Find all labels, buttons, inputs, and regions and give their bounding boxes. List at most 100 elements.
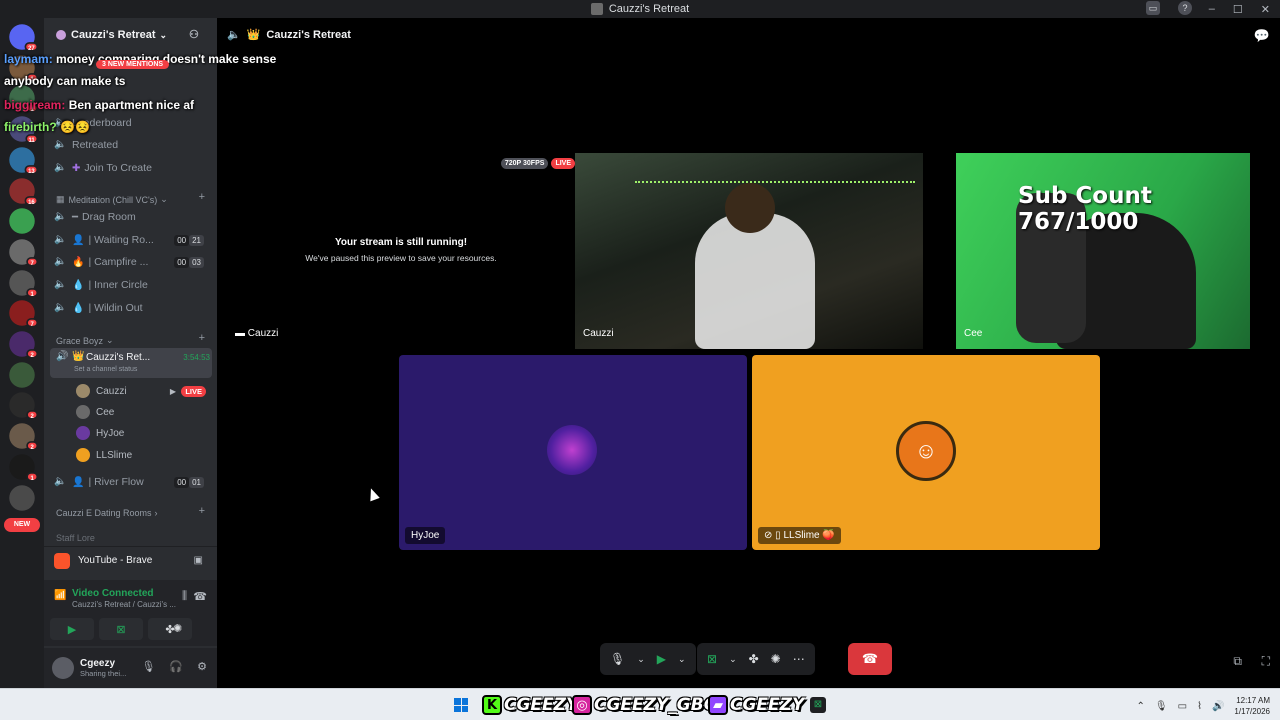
voice-connected-title[interactable]: Video Connected: [72, 588, 154, 599]
user-count: 00 21: [174, 234, 204, 246]
category-grace-boyz[interactable]: Grace Boyz ⌄: [56, 335, 114, 346]
volume-icon[interactable]: 🔊: [1212, 701, 1224, 712]
server-icon[interactable]: 16: [9, 177, 39, 205]
chat-icon[interactable]: 💬: [1254, 28, 1270, 44]
channel-status[interactable]: Set a channel status: [74, 366, 137, 373]
fullscreen-icon[interactable]: ⛶: [1262, 654, 1270, 669]
disconnect-button[interactable]: ☎: [848, 643, 892, 675]
screenshare-button[interactable]: ⊠: [99, 618, 143, 640]
category-staff[interactable]: Staff Lore: [56, 533, 95, 543]
new-servers-pill[interactable]: NEW: [4, 518, 40, 532]
llslime-tile-label: ⊘ ▯ LLSlime 🍑: [758, 527, 841, 544]
server-icon[interactable]: 27: [9, 24, 39, 52]
activity-app-name: YouTube - Brave: [78, 555, 153, 566]
server-header[interactable]: Cauzzi's Retreat ⌄ ⚇: [44, 18, 217, 52]
popout-icon[interactable]: ▣: [194, 555, 203, 566]
headphones-icon[interactable]: 🎧: [169, 660, 183, 673]
chevron-up-icon[interactable]: ⌃: [1137, 701, 1145, 712]
server-icon[interactable]: 1: [9, 269, 39, 298]
hyjoe-tile[interactable]: HyJoe: [399, 355, 747, 550]
server-icon[interactable]: 2: [9, 331, 39, 359]
water-icon: 💧: [72, 279, 85, 291]
microphone-icon[interactable]: 🎙: [1155, 701, 1168, 712]
help-icon[interactable]: ?: [1178, 1, 1192, 15]
activities-icon[interactable]: ✤: [749, 652, 759, 666]
avatar[interactable]: [52, 657, 74, 679]
server-icon[interactable]: [9, 484, 35, 511]
server-icon[interactable]: 13: [9, 147, 39, 175]
channel-wildin-out[interactable]: 🔈 💧 | Wildin Out: [54, 299, 143, 317]
channel-river-flow[interactable]: 🔈 👤 | River Flow 00 01: [54, 473, 204, 491]
clock[interactable]: 12:17 AM 1/17/2026: [1234, 695, 1270, 717]
voice-user[interactable]: LLSlime: [76, 446, 206, 464]
app-taskbar-icon[interactable]: ⊠: [810, 697, 826, 713]
add-channel-button[interactable]: +: [199, 332, 205, 344]
voice-connected-sub[interactable]: Cauzzi's Retreat / Cauzzi's ...: [72, 600, 176, 609]
disconnect-icon[interactable]: ☎: [193, 590, 207, 603]
instagram-handle: ◎ CGEEZY_GBC: [572, 694, 716, 716]
voice-user[interactable]: Cee: [76, 403, 206, 421]
voice-user[interactable]: HyJoe: [76, 424, 206, 442]
server-icon[interactable]: [9, 208, 35, 234]
inbox-icon[interactable]: ▭: [1146, 1, 1160, 15]
channel-join-to-create[interactable]: 🔈 ✚ Join To Create: [54, 159, 152, 177]
new-mentions-pill[interactable]: 3 NEW MENTIONS: [96, 60, 170, 69]
minimize-button[interactable]: –: [1209, 3, 1215, 15]
cauzzi-video-tile[interactable]: Cauzzi: [575, 153, 923, 349]
category-dating-rooms[interactable]: Cauzzi E Dating Rooms ›: [56, 508, 158, 518]
self-stream-tile[interactable]: Your stream is still running! We've paus…: [227, 153, 575, 349]
server-icon[interactable]: [9, 361, 35, 388]
voice-user-name: Cee: [96, 406, 115, 418]
channel-waiting-room[interactable]: 🔈 👤 | Waiting Ro... 00 21: [54, 231, 204, 249]
windows-start-icon[interactable]: [454, 698, 468, 712]
twitch-icon: ▰: [708, 695, 728, 715]
close-button[interactable]: ✕: [1261, 3, 1270, 16]
channel-retreated[interactable]: 🔈 Retreated: [54, 136, 118, 154]
server-icon[interactable]: 7: [9, 239, 39, 267]
chevron-down-icon[interactable]: ⌄: [637, 654, 645, 665]
channel-drag-room[interactable]: 🔈 ━ Drag Room: [54, 208, 136, 226]
gear-icon[interactable]: ⚙: [197, 660, 207, 673]
voice-user[interactable]: Cauzzi ▶ LIVE: [76, 382, 206, 400]
display-icon[interactable]: ▭: [1178, 701, 1187, 712]
invite-icon[interactable]: ⚇: [189, 28, 203, 42]
unread-badge: 2: [26, 441, 39, 451]
window-title: Cauzzi's Retreat: [608, 3, 690, 15]
activity-panel[interactable]: YouTube - Brave ▣: [44, 546, 217, 574]
llslime-tile[interactable]: ☺ ⊘ ▯ LLSlime 🍑: [752, 355, 1100, 550]
chat-message: biggiream: Ben apartment nice af: [4, 98, 195, 112]
unread-badge: 2: [26, 349, 39, 359]
server-icon[interactable]: 7: [9, 300, 39, 328]
crown-icon: 👑: [246, 29, 261, 41]
popout-icon[interactable]: ⧉: [1233, 654, 1242, 669]
share-controls: ⊠ ⌄ ✤ ✺ ⋯: [697, 643, 815, 675]
more-icon[interactable]: ⋯: [793, 652, 805, 666]
plus-icon: ✚: [72, 162, 81, 174]
channel-campfire[interactable]: 🔈 🔥 | Campfire ... 00 03: [54, 253, 204, 271]
server-icon[interactable]: 2: [9, 423, 39, 451]
microphone-icon[interactable]: 🎙: [610, 652, 625, 666]
category-meditation[interactable]: ▦ Meditation (Chill VC's) ⌄: [56, 194, 168, 205]
noise-suppression-icon[interactable]: ⫼: [182, 590, 187, 603]
add-channel-button[interactable]: +: [199, 191, 205, 203]
chevron-down-icon[interactable]: ⌄: [729, 654, 737, 665]
add-channel-button[interactable]: +: [199, 505, 205, 517]
maximize-button[interactable]: ☐: [1233, 3, 1243, 16]
stream-running-sub: We've paused this preview to save your r…: [305, 253, 497, 263]
person-head: [725, 183, 775, 233]
network-icon[interactable]: ⌇: [1197, 701, 1202, 712]
soundboard-icon[interactable]: ✺: [771, 652, 781, 666]
active-voice-channel[interactable]: 🔊 👑 Cauzzi's Ret... 3:54:53 Set a channe…: [50, 348, 212, 378]
server-icon[interactable]: 1: [9, 454, 39, 482]
cauzzi-tile-label: Cauzzi: [583, 328, 614, 339]
channel-inner-circle[interactable]: 🔈 💧 | Inner Circle: [54, 276, 148, 294]
camera-button[interactable]: ▶: [50, 618, 94, 640]
chevron-down-icon[interactable]: ⌄: [678, 654, 686, 665]
activities-button[interactable]: ✤: [148, 618, 192, 640]
screenshare-icon[interactable]: ⊠: [707, 652, 717, 666]
microphone-icon[interactable]: 🎙: [141, 660, 155, 673]
server-icon[interactable]: 2: [9, 392, 39, 420]
camera-icon[interactable]: ▶: [657, 652, 666, 666]
person-icon: 👤: [72, 476, 85, 488]
voice-user-name: LLSlime: [96, 449, 133, 461]
